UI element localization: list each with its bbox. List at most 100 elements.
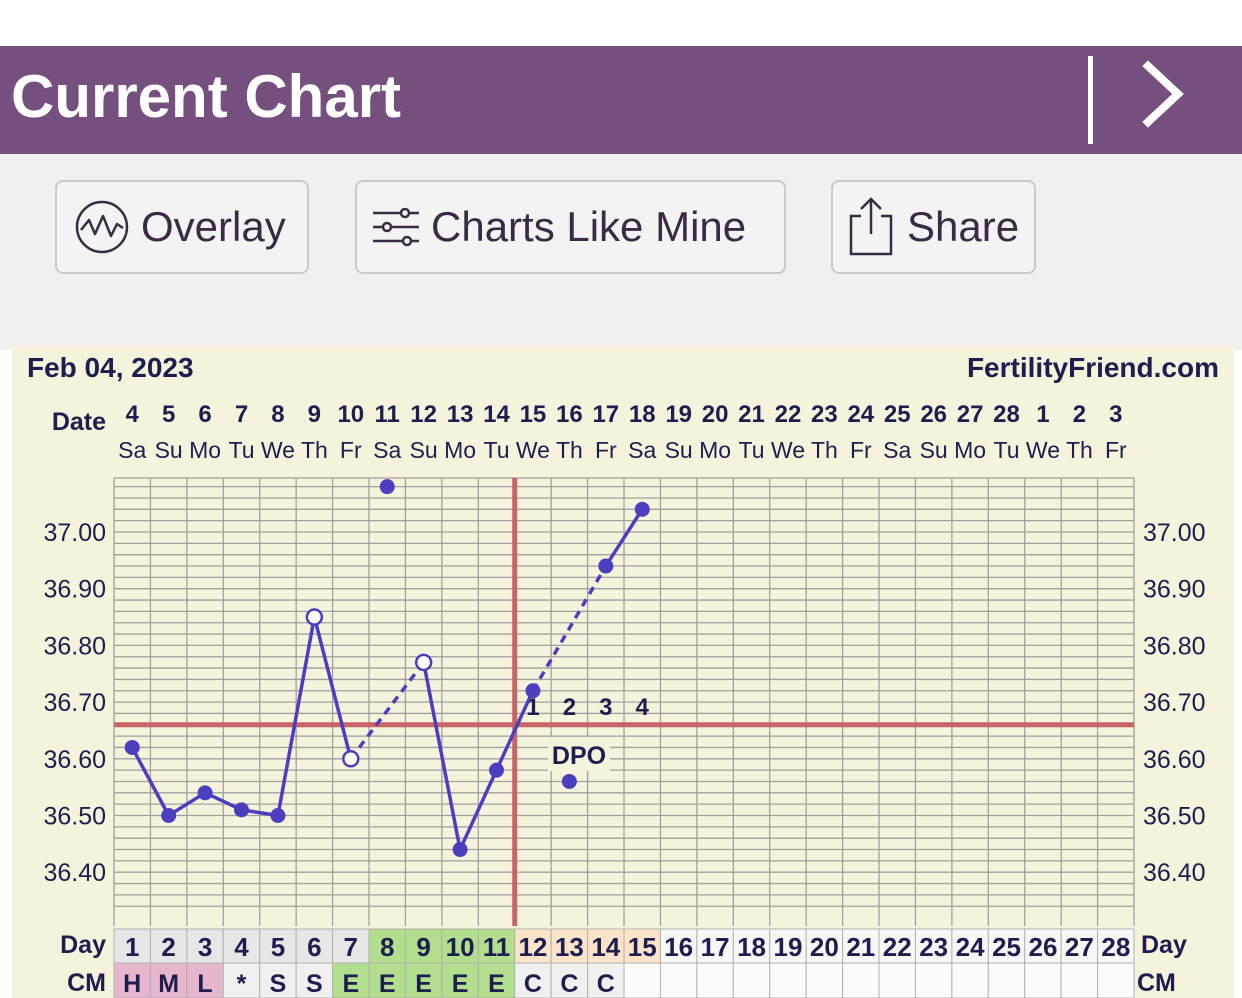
cm-cell — [878, 962, 916, 998]
y-tick-left: 36.50 — [43, 803, 106, 831]
cm-value: E — [379, 970, 396, 998]
cycle-day-number: 17 — [701, 932, 730, 962]
temperature-point — [489, 762, 505, 778]
date-label: 11 — [375, 401, 400, 428]
cycle-day-number: 1 — [125, 932, 139, 962]
y-tick-right: 36.60 — [1143, 746, 1206, 774]
cycle-day-number: 14 — [591, 932, 620, 962]
temperature-point — [452, 842, 468, 858]
cycle-day-number: 11 — [483, 932, 511, 962]
weekday-label: Su — [410, 437, 438, 463]
weekday-label: Mo — [189, 437, 221, 463]
date-label: 19 — [665, 401, 692, 428]
dpo-number: 2 — [563, 694, 576, 721]
weekday-label: Fr — [850, 437, 872, 463]
y-tick-right: 37.00 — [1143, 519, 1206, 547]
cycle-day-number: 8 — [380, 932, 394, 962]
temperature-point-open — [414, 653, 433, 672]
cm-cell — [842, 962, 880, 998]
date-label: 17 — [592, 401, 619, 428]
date-label: 22 — [775, 401, 802, 428]
cm-cell — [732, 962, 771, 998]
date-row-label: Date — [52, 408, 106, 436]
weekday-label: Su — [920, 437, 948, 463]
dpo-number: 3 — [599, 694, 612, 721]
weekday-label: Tu — [739, 437, 765, 463]
weekday-label: Tu — [229, 437, 255, 463]
date-label: 10 — [337, 401, 364, 428]
cm-value: S — [306, 970, 323, 998]
y-tick-right: 36.40 — [1143, 859, 1206, 887]
cm-value: C — [524, 970, 542, 998]
day-row-label: Day — [60, 931, 106, 959]
cycle-day-number: 26 — [1029, 932, 1058, 962]
cycle-day-number: 25 — [992, 932, 1021, 962]
weekday-label: Mo — [954, 437, 986, 463]
cycle-day-number: 12 — [518, 932, 547, 962]
cycle-day-number: 24 — [956, 932, 985, 962]
cm-cell — [1097, 962, 1135, 998]
date-label: 26 — [920, 401, 947, 428]
temperature-point-open — [305, 608, 324, 626]
day-row-label-right: Day — [1141, 931, 1187, 959]
date-label: 7 — [235, 401, 248, 428]
cm-cell — [659, 962, 698, 998]
cm-cell — [1024, 962, 1062, 998]
cycle-day-number: 19 — [773, 932, 802, 962]
cycle-day-number: 2 — [161, 932, 175, 962]
date-label: 2 — [1073, 401, 1086, 428]
weekday-label: Tu — [994, 437, 1020, 463]
y-tick-right: 36.70 — [1143, 689, 1206, 717]
weekday-label: We — [261, 437, 295, 463]
date-label: 18 — [629, 401, 656, 428]
cm-value: M — [158, 970, 179, 998]
temperature-point — [598, 558, 614, 574]
cycle-day-number: 22 — [883, 932, 912, 962]
date-label: 28 — [993, 401, 1020, 428]
temperature-point-discarded — [379, 479, 395, 495]
weekday-label: Sa — [883, 437, 911, 463]
cm-cell — [623, 962, 661, 998]
chart-start-date: Feb 04, 2023 — [27, 352, 194, 383]
cycle-day-number: 13 — [555, 932, 584, 962]
weekday-label: Su — [665, 437, 693, 463]
cm-cell — [696, 962, 734, 998]
cycle-day-number: 9 — [416, 932, 430, 962]
temperature-point — [197, 785, 213, 801]
date-label: 1 — [1036, 401, 1049, 428]
date-label: 9 — [308, 401, 321, 428]
date-label: 27 — [957, 401, 984, 428]
cm-cell — [987, 962, 1026, 998]
temperature-point — [525, 683, 541, 699]
temperature-point — [270, 808, 286, 823]
cycle-day-number: 28 — [1101, 932, 1130, 962]
cm-cell — [914, 962, 953, 998]
y-tick-left: 36.40 — [43, 859, 106, 887]
site-label: FertilityFriend.com — [967, 352, 1219, 383]
date-label: 3 — [1109, 401, 1122, 428]
y-tick-left: 37.00 — [43, 519, 106, 547]
weekday-label: Tu — [484, 437, 510, 463]
cm-cell — [1060, 962, 1099, 998]
cm-cell — [805, 962, 844, 998]
cm-value: * — [237, 970, 247, 998]
temperature-point-open — [342, 750, 360, 768]
cycle-day-number: 18 — [737, 932, 766, 962]
weekday-label: We — [1026, 437, 1060, 463]
weekday-label: Su — [155, 437, 183, 463]
cycle-day-number: 16 — [664, 932, 693, 962]
date-label: 24 — [847, 401, 874, 428]
y-tick-left: 36.60 — [43, 746, 106, 774]
weekday-label: Th — [1066, 437, 1093, 463]
cm-value: H — [123, 970, 141, 998]
weekday-label: Sa — [628, 437, 656, 463]
cm-value: C — [597, 970, 615, 998]
cycle-day-number: 21 — [846, 932, 875, 962]
weekday-label: Fr — [340, 437, 362, 463]
cycle-day-number: 27 — [1065, 932, 1094, 962]
cycle-day-number: 7 — [344, 932, 358, 962]
weekday-label: Mo — [699, 437, 731, 463]
cm-value: E — [415, 970, 432, 998]
date-label: 5 — [162, 401, 175, 428]
y-tick-right: 36.90 — [1143, 576, 1206, 604]
